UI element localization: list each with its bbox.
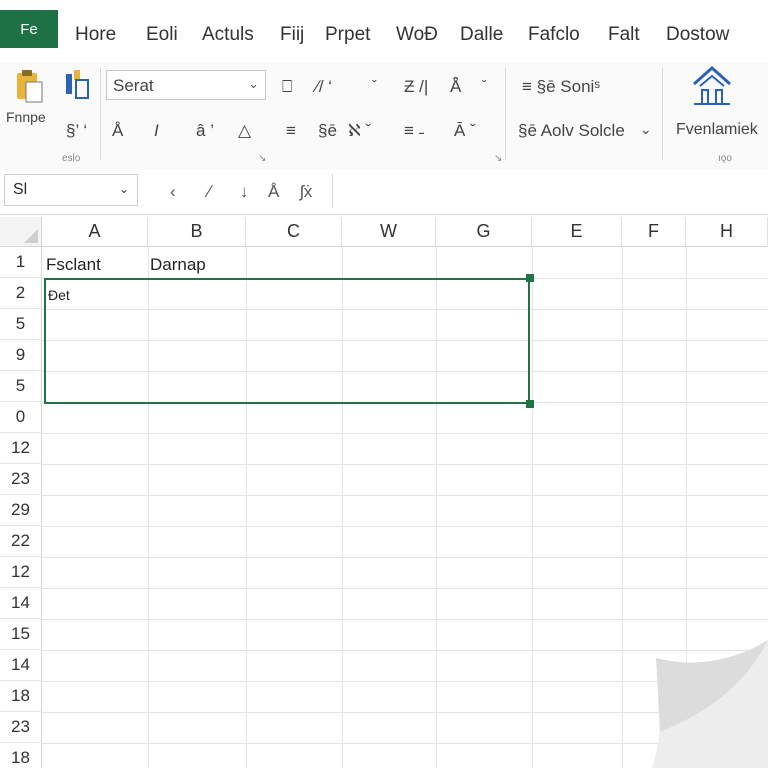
- chevron-down-icon[interactable]: ˇ: [372, 78, 377, 92]
- triangle-icon[interactable]: △: [238, 122, 251, 139]
- text-icon[interactable]: Å: [268, 182, 279, 202]
- gridline: [622, 247, 623, 768]
- menu-edit[interactable]: Eoli: [146, 24, 178, 46]
- menu-window[interactable]: Dostow: [666, 24, 729, 46]
- row-header[interactable]: 12: [0, 433, 42, 464]
- row-header[interactable]: 14: [0, 588, 42, 619]
- cell-a1[interactable]: Fsclant: [46, 255, 101, 275]
- underline-icon[interactable]: Å: [112, 122, 123, 139]
- italic-icon[interactable]: I: [154, 122, 159, 139]
- cell-style-button[interactable]: §ē Aolv Solcle: [518, 122, 625, 139]
- column-header-b[interactable]: B: [148, 217, 246, 247]
- column-header-f[interactable]: E: [532, 217, 622, 247]
- indent-icon[interactable]: ≡ ˗: [404, 122, 424, 139]
- row-header[interactable]: 18: [0, 743, 42, 768]
- menu-file[interactable]: Fiij: [280, 24, 304, 46]
- row-header[interactable]: 23: [0, 712, 42, 743]
- row-header[interactable]: 12: [0, 557, 42, 588]
- insert-function-icon[interactable]: ʃẋ: [300, 182, 312, 202]
- separator-icon: ↓: [240, 182, 249, 201]
- column-header-a[interactable]: A: [42, 217, 148, 247]
- font-color-icon[interactable]: Ƶ /|: [404, 78, 428, 95]
- text-effect-icon[interactable]: Å̑: [450, 78, 461, 95]
- chevron-down-icon: ⌄: [118, 182, 129, 196]
- font-size-box-icon[interactable]: ⎕: [282, 78, 292, 95]
- file-tab[interactable]: Fe: [0, 10, 58, 48]
- gridline: [42, 495, 768, 496]
- bold-italic-icon[interactable]: §’ ‘: [66, 122, 87, 139]
- font-grow-icon[interactable]: ∕/ ‘: [316, 78, 332, 95]
- chevron-down-icon[interactable]: ⌄: [640, 122, 652, 136]
- formula-bar: Sl ⌄ ‹ ∕ ↓ Å ʃẋ: [0, 170, 768, 215]
- gridline: [42, 619, 768, 620]
- gridline: [42, 557, 768, 558]
- format-painter-icon[interactable]: [62, 68, 92, 102]
- row-header[interactable]: 18: [0, 681, 42, 712]
- column-header-c[interactable]: C: [246, 217, 342, 247]
- menu-prepare[interactable]: Prpet: [325, 24, 370, 46]
- group-label-clipboard: eslo: [62, 153, 81, 164]
- menu-format[interactable]: Falt: [608, 24, 640, 46]
- cancel-icon[interactable]: ‹: [170, 182, 176, 202]
- gridline: [532, 247, 533, 768]
- ribbon: Fnnpe eslo Serat ⌄ ⎕ ∕/ ‘ ˇ Ƶ /| Å̑ ˇ §’…: [0, 62, 768, 171]
- row-header[interactable]: 5: [0, 371, 42, 402]
- column-header-d[interactable]: W: [342, 217, 436, 247]
- column-header-h[interactable]: H: [686, 217, 768, 247]
- row-header[interactable]: 15: [0, 619, 42, 650]
- gridline: [42, 433, 768, 434]
- menu-bar: Fe Hore Eoli Actuls Fiij Prpet WoƉ Dalle…: [0, 0, 768, 62]
- fill-handle[interactable]: [526, 400, 534, 408]
- font-name-dropdown[interactable]: Serat ⌄: [106, 70, 266, 100]
- paste-icon[interactable]: [14, 68, 44, 104]
- cell-selection-range[interactable]: [44, 278, 530, 404]
- name-box[interactable]: Sl ⌄: [4, 174, 138, 206]
- gridline: [42, 526, 768, 527]
- menu-home[interactable]: Hore: [75, 24, 116, 46]
- selection-handle[interactable]: [526, 274, 534, 282]
- row-header[interactable]: 5: [0, 309, 42, 340]
- name-box-value: Sl: [13, 181, 28, 198]
- row-header[interactable]: 1: [0, 247, 42, 278]
- ribbon-separator: [100, 68, 101, 160]
- row-header[interactable]: 29: [0, 495, 42, 526]
- menu-actions[interactable]: Actuls: [202, 24, 254, 46]
- menu-fields[interactable]: Fafclo: [528, 24, 580, 46]
- column-header-e[interactable]: G: [436, 217, 532, 247]
- formula-input[interactable]: [332, 174, 768, 208]
- ribbon-separator: [662, 68, 663, 160]
- orientation-icon[interactable]: ℵ ˇ: [348, 122, 371, 139]
- ribbon-separator: [505, 68, 506, 160]
- superscript-icon[interactable]: â ’: [196, 122, 214, 139]
- cell-b1[interactable]: Darnap: [150, 255, 206, 275]
- house-button-label[interactable]: Fvenlamiek: [676, 122, 758, 138]
- row-header[interactable]: 9: [0, 340, 42, 371]
- row-header[interactable]: 23: [0, 464, 42, 495]
- chevron-down-icon[interactable]: ˇ: [482, 78, 487, 92]
- wrap-text-icon[interactable]: §ē: [318, 122, 337, 139]
- group-label-cells: ıo̧o: [718, 153, 732, 164]
- paste-label[interactable]: Fnnpe: [6, 110, 46, 124]
- conditional-format-button[interactable]: ≡ §ē Soniˢ: [522, 78, 600, 95]
- chevron-down-icon: ⌄: [248, 76, 259, 91]
- select-all-corner[interactable]: [0, 217, 42, 247]
- align-icon[interactable]: ≡: [286, 122, 296, 139]
- gridline: [42, 464, 768, 465]
- row-header[interactable]: 0: [0, 402, 42, 433]
- row-header[interactable]: 2: [0, 278, 42, 309]
- enter-icon[interactable]: ∕: [208, 182, 211, 202]
- dialog-launcher-icon[interactable]: ↘: [494, 154, 502, 164]
- row-header[interactable]: 14: [0, 650, 42, 681]
- font-name-value: Serat: [113, 76, 154, 95]
- row-header[interactable]: 22: [0, 526, 42, 557]
- gridline: [42, 588, 768, 589]
- dialog-launcher-icon[interactable]: ↘: [258, 154, 266, 164]
- menu-word[interactable]: WoƉ: [396, 24, 438, 46]
- house-icon[interactable]: [690, 64, 734, 108]
- page-curl-graphic: [652, 640, 768, 768]
- fill-color-icon[interactable]: Ā ˇ: [454, 122, 476, 139]
- menu-data[interactable]: Dalle: [460, 24, 503, 46]
- column-header-g[interactable]: F: [622, 217, 686, 247]
